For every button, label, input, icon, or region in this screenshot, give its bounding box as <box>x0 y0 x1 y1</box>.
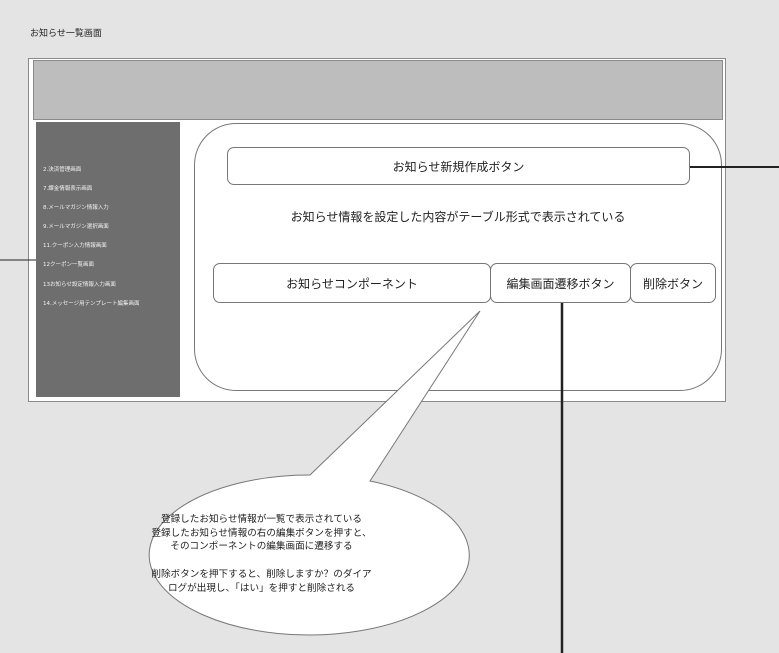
callout-line: ログが出現し、「はい」を押すと削除される <box>167 582 356 594</box>
callout-line: 登録したお知らせ情報が一覧で表示されている <box>161 514 362 525</box>
callout-line: 削除ボタンを押下すると、削除しますか？のダイア <box>151 568 372 580</box>
callout-line <box>100 554 423 568</box>
callout-text: 登録したお知らせ情報が一覧で表示されている 登録したお知らせ情報の右の編集ボタン… <box>100 513 423 595</box>
callout-line: 登録したお知らせ情報の右の編集ボタンを押すと、 <box>151 527 372 539</box>
callout-line: そのコンポーネントの編集画面に遷移する <box>170 541 353 553</box>
